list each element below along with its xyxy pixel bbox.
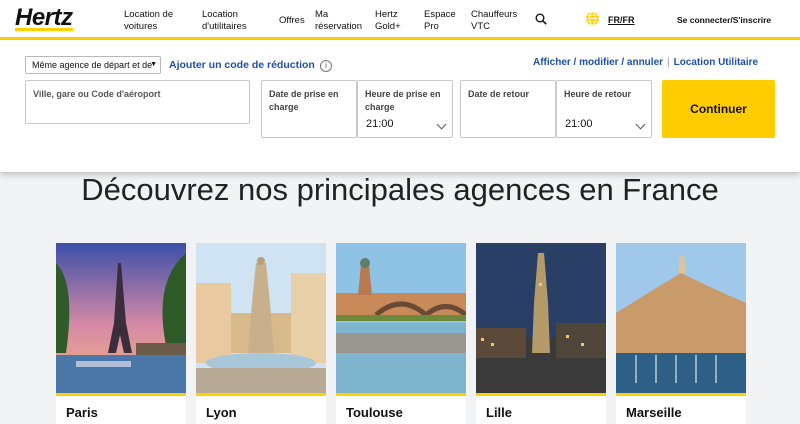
agency-select-value: Même agence de départ et de <box>32 60 153 70</box>
return-time-field[interactable]: Heure de retour 21:00 <box>556 80 652 138</box>
lyon-photo <box>196 243 326 393</box>
return-date-field[interactable]: Date de retour <box>460 80 556 138</box>
pickup-time-field[interactable]: Heure de prise en charge 21:00 <box>357 80 453 138</box>
globe-icon[interactable] <box>585 11 600 26</box>
city-card-toulouse[interactable]: Toulouse <box>336 243 466 424</box>
nav-offers[interactable]: Offres <box>279 15 305 27</box>
return-time-label: Heure de retour <box>564 89 632 99</box>
link-separator: | <box>667 57 670 68</box>
nav-pro-space[interactable]: Espace Pro <box>424 9 456 33</box>
pickup-time-value: 21:00 <box>366 118 394 130</box>
pickup-date-field[interactable]: Date de prise en charge <box>261 80 357 138</box>
lille-photo <box>476 243 606 393</box>
location-input[interactable]: Ville, gare ou Code d'aéroport <box>25 80 250 124</box>
add-promo-code-link[interactable]: Ajouter un code de réduction <box>169 59 315 71</box>
caret-down-icon: ▼ <box>150 61 157 68</box>
return-time-value: 21:00 <box>565 118 593 130</box>
location-placeholder: Ville, gare ou Code d'aéroport <box>33 89 161 99</box>
booking-links: Afficher / modifier / annuler | Location U… <box>533 57 758 68</box>
nav-vtc-drivers[interactable]: Chauffeurs VTC <box>471 9 517 33</box>
card-accent-stripe <box>56 393 186 396</box>
login-link[interactable]: Se connecter/S'inscrire <box>677 15 771 25</box>
pickup-date-label: Date de prise en charge <box>269 89 339 112</box>
toulouse-photo <box>336 243 466 393</box>
card-accent-stripe <box>616 393 746 396</box>
pickup-time-label: Heure de prise en charge <box>365 89 441 112</box>
city-card-lille[interactable]: Lille <box>476 243 606 424</box>
city-name: Toulouse <box>346 405 403 420</box>
manage-booking-link[interactable]: Afficher / modifier / annuler <box>533 57 663 68</box>
agency-select[interactable]: Même agence de départ et de ▼ <box>25 56 161 74</box>
nav-van-rental[interactable]: Location d'utilitaires <box>202 9 247 33</box>
city-name: Lyon <box>206 405 237 420</box>
city-card-marseille[interactable]: Marseille <box>616 243 746 424</box>
city-card-paris[interactable]: Paris <box>56 243 186 424</box>
search-icon[interactable] <box>535 13 547 25</box>
language-selector[interactable]: FR/FR <box>608 15 635 25</box>
card-accent-stripe <box>196 393 326 396</box>
booking-panel: Même agence de départ et de ▼ Ajouter un… <box>0 40 800 172</box>
chevron-down-icon <box>436 119 447 130</box>
chevron-down-icon <box>635 119 646 130</box>
return-date-label: Date de retour <box>468 89 530 99</box>
van-rental-link[interactable]: Location Utilitaire <box>674 57 758 68</box>
city-name: Paris <box>66 405 98 420</box>
nav-gold-plus[interactable]: Hertz Gold+ <box>375 9 401 33</box>
nav-my-booking[interactable]: Ma réservation <box>315 9 362 33</box>
city-name: Lille <box>486 405 513 420</box>
site-header: Hertz Location de voitures Location d'ut… <box>0 0 800 40</box>
city-name: Marseille <box>626 405 682 420</box>
paris-photo <box>56 243 186 393</box>
marseille-photo <box>616 243 746 393</box>
card-accent-stripe <box>336 393 466 396</box>
card-accent-stripe <box>476 393 606 396</box>
continue-button[interactable]: Continuer <box>662 80 775 138</box>
info-icon[interactable]: i <box>320 60 332 72</box>
nav-car-rental[interactable]: Location de voitures <box>124 9 173 33</box>
logo-underline <box>15 28 73 31</box>
page-heading: Découvrez nos principales agences en Fra… <box>81 172 719 207</box>
city-card-lyon[interactable]: Lyon <box>196 243 326 424</box>
